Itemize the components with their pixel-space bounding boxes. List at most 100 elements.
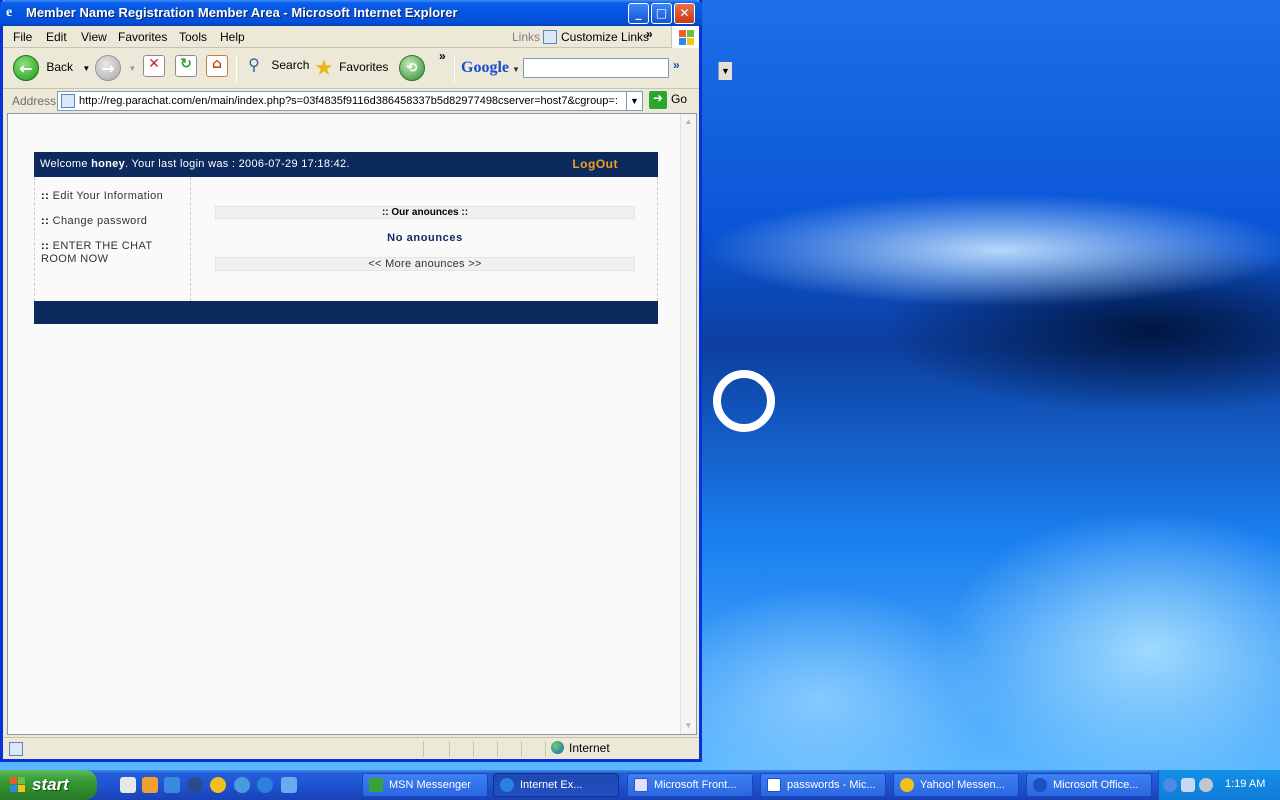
help-icon (1033, 778, 1047, 792)
google-dropdown-icon[interactable]: ▼ (718, 62, 732, 80)
home-button[interactable]: ⌂ (206, 55, 228, 83)
no-announces-text: No anounces (387, 232, 463, 244)
window-title: Member Name Registration Member Area - M… (26, 5, 458, 20)
network-icon[interactable] (1181, 778, 1195, 792)
ie-icon: e (6, 5, 13, 20)
page-icon (543, 30, 557, 44)
task-frontpage[interactable]: Microsoft Front... (627, 773, 753, 797)
clock[interactable]: 1:19 AM (1225, 778, 1265, 790)
search-button[interactable]: ⚲ Search (243, 55, 309, 83)
username: honey (91, 158, 126, 170)
announces-header: :: Our anounces :: (215, 206, 635, 219)
globe-icon (551, 741, 564, 754)
more-announces-link[interactable]: << More anounces >> (215, 257, 635, 271)
forward-button[interactable]: → ▼ (95, 55, 136, 83)
google-search-input[interactable]: ▼ (523, 58, 732, 80)
task-yahoo-messenger[interactable]: Yahoo! Messen... (893, 773, 1019, 797)
google-chevron-icon[interactable]: » (673, 58, 680, 72)
tray-expand-icon[interactable] (1163, 778, 1177, 792)
chat-icon[interactable] (281, 777, 297, 793)
menu-help[interactable]: Help (220, 30, 245, 44)
title-bar[interactable]: e Member Name Registration Member Area -… (0, 0, 702, 26)
word-icon (767, 778, 781, 792)
forward-dropdown-icon: ▼ (128, 64, 137, 74)
menu-file[interactable]: File (13, 30, 32, 44)
maximize-button[interactable]: □ (651, 3, 672, 24)
address-dropdown-icon[interactable]: ▼ (626, 92, 642, 110)
task-internet-explorer[interactable]: Internet Ex... (493, 773, 619, 797)
refresh-button[interactable]: ↻ (175, 55, 197, 83)
security-zone: Internet (551, 741, 610, 755)
ie-window: e Member Name Registration Member Area -… (0, 0, 732, 762)
vertical-scrollbar[interactable]: ▲ ▼ (680, 114, 696, 734)
scroll-up-icon[interactable]: ▲ (681, 114, 696, 130)
address-label: Address (12, 94, 57, 108)
standard-toolbar: ← Back ▼ → ▼ ✕ ↻ ⌂ ⚲ Search ★ Favorites … (3, 49, 732, 89)
menu-tools[interactable]: Tools (179, 30, 207, 44)
yahoo-icon (900, 778, 914, 792)
menu-view[interactable]: View (81, 30, 107, 44)
task-office-help[interactable]: Microsoft Office... (1026, 773, 1152, 797)
go-button[interactable]: ➜ Go (649, 91, 687, 109)
media-player-icon[interactable] (187, 777, 203, 793)
address-input[interactable]: http://reg.parachat.com/en/main/index.ph… (57, 91, 643, 111)
taskbar: start MSN Messenger Internet Ex... Micro… (0, 770, 1280, 800)
panel-footer (34, 301, 658, 324)
enter-chat-room-link[interactable]: :: ENTER THE CHAT ROOM NOW (41, 240, 171, 266)
back-dropdown-icon: ▼ (82, 64, 91, 74)
edit-information-link[interactable]: :: Edit Your Information (41, 190, 163, 203)
go-arrow-icon: ➜ (649, 91, 667, 109)
windows-flag-icon (10, 777, 26, 793)
system-tray: 1:19 AM (1158, 770, 1280, 800)
toolbar-chevron-icon[interactable]: » (439, 49, 446, 63)
start-button[interactable]: start (0, 770, 97, 800)
quicklaunch-app-icon[interactable] (142, 777, 158, 793)
back-button[interactable]: ← Back ▼ (13, 55, 90, 83)
toolbar-separator (454, 55, 455, 83)
toolbar-separator (236, 55, 237, 83)
forward-arrow-icon: → (95, 55, 121, 81)
task-msn-messenger[interactable]: MSN Messenger (362, 773, 488, 797)
history-button[interactable]: ⟲ (399, 55, 425, 83)
welcome-text: Welcome honey. Your last login was : 200… (40, 158, 350, 170)
stop-icon: ✕ (143, 55, 165, 77)
menu-edit[interactable]: Edit (46, 30, 67, 44)
back-arrow-icon: ← (13, 55, 39, 81)
logout-link[interactable]: LogOut (572, 157, 618, 171)
side-menu: :: Edit Your Information :: Change passw… (35, 177, 191, 301)
task-word-passwords[interactable]: passwords - Mic... (760, 773, 886, 797)
welcome-bar: Welcome honey. Your last login was : 200… (34, 152, 658, 177)
messenger-icon[interactable] (210, 777, 226, 793)
change-password-link[interactable]: :: Change password (41, 215, 147, 228)
ie-icon[interactable] (257, 777, 273, 793)
menu-favorites[interactable]: Favorites (118, 30, 167, 44)
address-url: http://reg.parachat.com/en/main/index.ph… (79, 95, 618, 107)
favorites-button[interactable]: ★ Favorites (314, 55, 388, 83)
status-bar: Internet (3, 737, 699, 759)
refresh-icon: ↻ (175, 55, 197, 77)
links-chevron-icon[interactable]: » (646, 27, 653, 41)
tray-app-icon[interactable] (1199, 778, 1213, 792)
search-icon: ⚲ (248, 55, 260, 74)
ie-icon (500, 778, 514, 792)
frontpage-icon (634, 778, 648, 792)
member-panel: Welcome honey. Your last login was : 200… (34, 152, 658, 324)
show-desktop-icon[interactable] (120, 777, 136, 793)
search-icon[interactable] (234, 777, 250, 793)
panel-body: :: Edit Your Information :: Change passw… (34, 177, 658, 301)
links-label: Links (512, 30, 541, 44)
page-status-icon (9, 742, 23, 756)
desktop-ring-icon (713, 370, 775, 432)
home-icon: ⌂ (206, 55, 228, 77)
page-icon (61, 94, 75, 108)
customize-links[interactable]: Customize Links (543, 30, 649, 44)
stop-button[interactable]: ✕ (143, 55, 165, 83)
star-icon: ★ (314, 55, 334, 80)
google-logo[interactable]: Google ▼ (461, 59, 520, 77)
close-button[interactable]: ✕ (674, 3, 695, 24)
minimize-button[interactable]: _ (628, 3, 649, 24)
msn-icon (369, 778, 383, 792)
address-bar: Address http://reg.parachat.com/en/main/… (3, 90, 699, 112)
scroll-down-icon[interactable]: ▼ (681, 718, 696, 734)
quicklaunch-app-icon[interactable] (164, 777, 180, 793)
